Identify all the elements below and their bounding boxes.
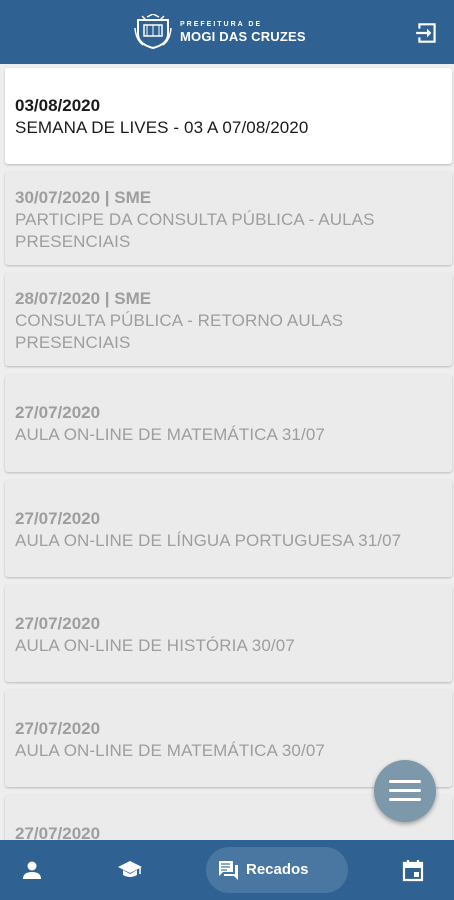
tab-recados-label: Recados bbox=[246, 861, 309, 878]
message-title: AULA ON-LINE DE MATEMÁTICA 30/07 bbox=[15, 741, 325, 760]
message-date: 27/07/2020 bbox=[15, 403, 101, 422]
message-title: AULA ON-LINE DE MATEMÁTICA 31/07 bbox=[15, 425, 325, 444]
logo-subtitle: PREFEITURA DE bbox=[180, 21, 263, 28]
person-icon[interactable] bbox=[20, 858, 44, 882]
logo-title: MOGI DAS CRUZES bbox=[180, 29, 306, 44]
message-title: SEMANA DE LIVES - 03 A 07/08/2020 bbox=[15, 118, 309, 137]
message-title: AULA ON-LINE DE LÍNGUA PORTUGUESA 31/07 bbox=[15, 531, 402, 550]
message-card[interactable]: 03/08/2020 SEMANA DE LIVES - 03 A 07/08/… bbox=[5, 68, 452, 164]
message-date: 27/07/2020 bbox=[15, 509, 101, 528]
graduation-cap-icon[interactable] bbox=[117, 858, 143, 882]
menu-icon bbox=[389, 789, 421, 792]
tab-recados[interactable]: Recados bbox=[206, 847, 348, 893]
message-date: 28/07/2020 | SME bbox=[15, 289, 152, 308]
messages-list[interactable]: 03/08/2020 SEMANA DE LIVES - 03 A 07/08/… bbox=[0, 64, 454, 840]
message-date: 27/07/2020 bbox=[15, 719, 101, 738]
message-card[interactable]: 27/07/2020 AULA ON-LINE DE MATEMÁTICA 31… bbox=[5, 375, 452, 472]
chat-icon bbox=[218, 861, 238, 880]
message-title: AULA ON-LINE DE HISTÓRIA 30/07 bbox=[15, 636, 295, 655]
message-title: PARTICIPE DA CONSULTA PÚBLICA - AULAS PR… bbox=[15, 210, 375, 251]
message-card[interactable]: 28/07/2020 | SME CONSULTA PÚBLICA - RETO… bbox=[5, 273, 452, 366]
message-card[interactable]: 27/07/2020 AULA ON-LINE DE HISTÓRIA 30/0… bbox=[5, 585, 452, 682]
bottom-navigation: Recados bbox=[0, 840, 454, 900]
message-date: 27/07/2020 bbox=[15, 614, 101, 633]
logout-icon[interactable] bbox=[414, 20, 440, 46]
menu-icon bbox=[389, 780, 421, 783]
top-app-bar: PREFEITURA DE MOGI DAS CRUZES bbox=[0, 0, 454, 64]
message-title: CONSULTA PÚBLICA - RETORNO AULAS PRESENC… bbox=[15, 311, 344, 352]
prefeitura-logo: PREFEITURA DE MOGI DAS CRUZES bbox=[134, 14, 306, 50]
message-card[interactable]: 30/07/2020 | SME PARTICIPE DA CONSULTA P… bbox=[5, 172, 452, 265]
city-crest-icon bbox=[134, 14, 172, 50]
message-date: 27/07/2020 bbox=[15, 824, 101, 840]
message-date: 30/07/2020 | SME bbox=[15, 188, 152, 207]
calendar-icon[interactable] bbox=[401, 858, 425, 882]
menu-fab-button[interactable] bbox=[374, 760, 436, 822]
menu-icon bbox=[389, 798, 421, 801]
message-card[interactable]: 27/07/2020 AULA ON-LINE DE LÍNGUA PORTUG… bbox=[5, 480, 452, 577]
message-date: 03/08/2020 bbox=[15, 96, 101, 115]
